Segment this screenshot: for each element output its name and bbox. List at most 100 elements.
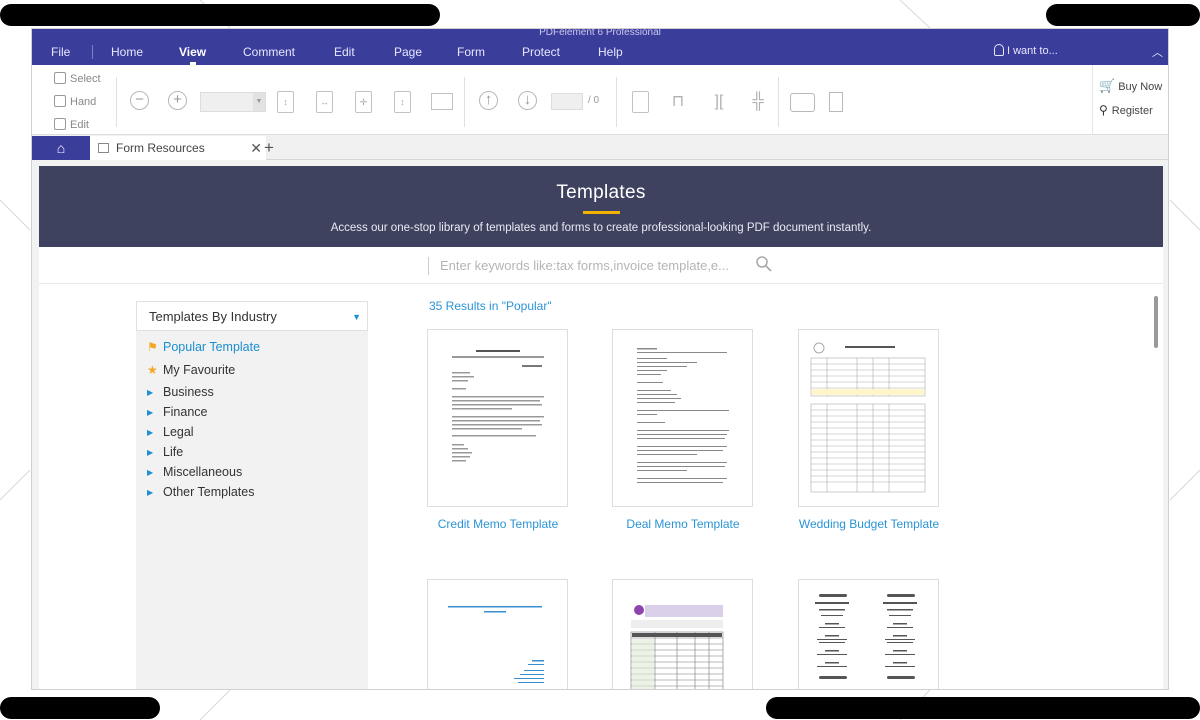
tab-label: Form Resources (116, 141, 205, 155)
sidebar-item-life[interactable]: ▶ Life (147, 445, 183, 459)
search-icon[interactable] (755, 255, 773, 273)
bookmark-icon[interactable] (829, 92, 843, 112)
toolbar-divider (616, 77, 617, 127)
sidebar-item-label: Finance (163, 405, 208, 419)
chevron-down-icon: ▼ (352, 312, 361, 322)
edit-icon (54, 118, 66, 130)
buy-now-label: Buy Now (1118, 81, 1163, 93)
edit-tool-label: Edit (70, 119, 89, 131)
caret-right-icon: ▶ (147, 408, 154, 417)
cursor-icon (54, 72, 66, 84)
menu-form[interactable]: Form (457, 45, 485, 59)
category-sidebar: Templates By Industry ▼ ⚑ Popular Templat… (136, 301, 368, 689)
caret-right-icon: ▶ (147, 488, 154, 497)
account-tools: 🛒 Buy Now ⚲ Register (1092, 65, 1168, 135)
i-want-to-search[interactable]: I want to... (994, 44, 1058, 57)
window-title: PDFelement 6 Professional (539, 29, 661, 37)
fit-visible-icon[interactable]: ↕ (394, 91, 411, 113)
camera-icon[interactable] (790, 93, 815, 112)
sidebar-item-other[interactable]: ▶ Other Templates (147, 485, 254, 499)
menu-home[interactable]: Home (111, 45, 143, 59)
toolbar-divider (464, 77, 465, 127)
title-underline (583, 211, 620, 214)
industry-dropdown[interactable]: Templates By Industry ▼ (136, 301, 368, 331)
toolbar-divider (778, 77, 779, 127)
template-name[interactable]: Deal Memo Template (598, 517, 768, 532)
sidebar-item-favourite[interactable]: ★ My Favourite (147, 363, 235, 377)
menu-comment[interactable]: Comment (243, 45, 295, 59)
hand-tool-label: Hand (70, 96, 97, 108)
template-card-contractor-agreement[interactable] (427, 579, 568, 689)
search-bar (39, 247, 1163, 283)
split-icon[interactable]: ][ (709, 91, 729, 113)
sidebar-item-label: Life (163, 445, 184, 459)
sidebar-item-business[interactable]: ▶ Business (147, 385, 214, 399)
sidebar-item-label: Miscellaneous (163, 465, 243, 479)
full-screen-icon[interactable] (431, 93, 453, 110)
sidebar-item-popular[interactable]: ⚑ Popular Template (147, 340, 260, 354)
lightbulb-icon (994, 44, 1004, 56)
buy-now-button[interactable]: 🛒 Buy Now (1099, 78, 1162, 94)
industry-dropdown-label: Templates By Industry (149, 309, 277, 324)
zoom-in-icon[interactable]: + (168, 91, 187, 110)
results-scrollbar[interactable] (1154, 296, 1158, 348)
frame-bar-top-left (0, 4, 440, 26)
previous-page-icon[interactable]: ↑ (479, 91, 498, 110)
register-button[interactable]: ⚲ Register (1099, 103, 1153, 117)
actual-size-icon[interactable]: ↕ (277, 91, 294, 113)
zoom-select[interactable]: ▼ (200, 92, 266, 112)
select-tool[interactable]: Select (54, 72, 101, 85)
hand-icon (54, 95, 66, 107)
two-page-icon[interactable]: ⊓ (668, 91, 688, 113)
wedding-budget-thumbnail (810, 342, 926, 493)
template-card-purchase-order[interactable] (612, 579, 753, 689)
template-name[interactable]: Wedding Budget Template (784, 517, 954, 532)
popular-icon: ⚑ (147, 340, 158, 354)
tab-bar: ⌂ Form Resources ✕ + (32, 136, 1168, 160)
menu-file[interactable]: File (51, 45, 70, 59)
next-page-icon[interactable]: ↓ (518, 91, 537, 110)
chevron-down-icon: ▼ (253, 93, 265, 111)
key-icon: ⚲ (1099, 103, 1108, 117)
collapse-ribbon-icon[interactable]: ︿ (1152, 44, 1163, 60)
document-icon (98, 143, 109, 153)
wedding-program-thumbnail (815, 594, 917, 679)
edit-tool[interactable]: Edit (54, 118, 89, 131)
template-card-wedding-program[interactable] (798, 579, 939, 689)
star-icon: ★ (147, 363, 158, 377)
frame-bar-top-right (1046, 4, 1200, 26)
sidebar-item-label: Business (163, 385, 214, 399)
deal-memo-thumbnail (637, 348, 729, 483)
tab-form-resources[interactable]: Form Resources ✕ (90, 136, 266, 160)
sidebar-item-legal[interactable]: ▶ Legal (147, 425, 194, 439)
sidebar-item-label: Legal (163, 425, 194, 439)
search-input[interactable] (440, 254, 750, 276)
template-library: Templates Access our one-stop library of… (39, 166, 1163, 689)
single-page-icon[interactable] (632, 91, 649, 113)
menu-protect[interactable]: Protect (522, 45, 560, 59)
fit-page-icon[interactable]: ✛ (355, 91, 372, 113)
sidebar-item-miscellaneous[interactable]: ▶ Miscellaneous (147, 465, 242, 479)
template-card-credit-memo[interactable] (427, 329, 568, 507)
menu-view[interactable]: View (179, 45, 206, 59)
app-window: PDFelement 6 Professional File Home View… (31, 28, 1169, 690)
search-divider (428, 257, 429, 275)
menu-page[interactable]: Page (394, 45, 422, 59)
caret-right-icon: ▶ (147, 428, 154, 437)
hand-tool[interactable]: Hand (54, 95, 96, 108)
menu-edit[interactable]: Edit (334, 45, 355, 59)
templates-banner: Templates Access our one-stop library of… (39, 166, 1163, 247)
zoom-out-icon[interactable]: − (130, 91, 149, 110)
template-card-wedding-budget[interactable] (798, 329, 939, 507)
home-tab[interactable]: ⌂ (32, 136, 90, 160)
template-name[interactable]: Credit Memo Template (413, 517, 583, 532)
template-card-deal-memo[interactable] (612, 329, 753, 507)
cart-icon: 🛒 (1099, 78, 1116, 93)
merge-icon[interactable]: ╬ (748, 91, 768, 113)
page-number-input[interactable] (551, 93, 583, 110)
fit-width-icon[interactable]: ↔ (316, 91, 333, 113)
add-tab-button[interactable]: + (264, 136, 274, 159)
menu-help[interactable]: Help (598, 45, 623, 59)
close-icon[interactable]: ✕ (250, 136, 262, 160)
sidebar-item-finance[interactable]: ▶ Finance (147, 405, 207, 419)
